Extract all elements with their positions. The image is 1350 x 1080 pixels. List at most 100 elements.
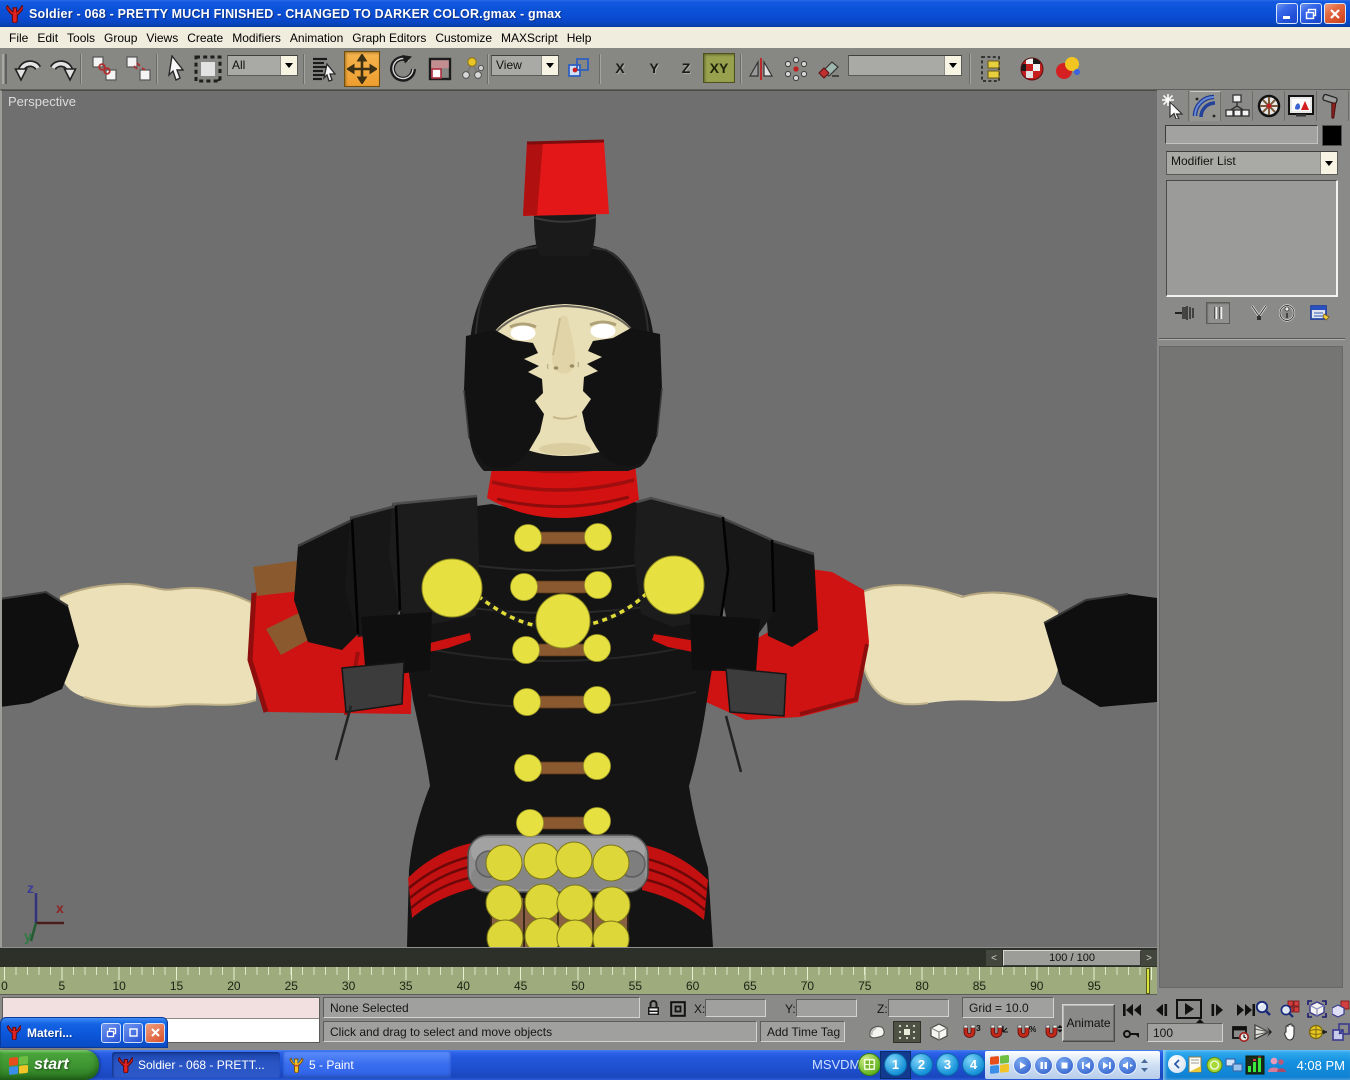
- edit-named-selections-button[interactable]: [977, 52, 1011, 86]
- tray-messenger-icon[interactable]: [1206, 1056, 1223, 1077]
- minimize-button[interactable]: [1276, 3, 1298, 24]
- pin-stack-button[interactable]: [1172, 302, 1196, 324]
- wmp-stop-button[interactable]: [1055, 1055, 1074, 1075]
- menu-help[interactable]: Help: [567, 31, 592, 45]
- tab-utilities[interactable]: [1318, 91, 1349, 121]
- reference-coordinate-system-dropdown[interactable]: View: [491, 55, 559, 76]
- unlink-selection-button[interactable]: [122, 52, 156, 86]
- msvdm-desktop-2[interactable]: 2: [910, 1053, 933, 1076]
- time-slider-thumb[interactable]: 100 / 100: [1003, 950, 1141, 966]
- restrict-z-button[interactable]: Z: [671, 53, 701, 83]
- selection-lock-toggle[interactable]: [644, 998, 663, 1018]
- next-frame-arrow[interactable]: >: [1141, 950, 1157, 966]
- redo-button[interactable]: [45, 52, 79, 86]
- previous-frame-button[interactable]: [1149, 1000, 1173, 1020]
- zoom-extents-all-button[interactable]: [1331, 999, 1350, 1019]
- selection-filter-arrow[interactable]: [280, 56, 297, 75]
- tab-modify[interactable]: [1190, 91, 1221, 121]
- menu-maxscript[interactable]: MAXScript: [501, 31, 558, 45]
- mirror-button[interactable]: [746, 52, 776, 86]
- select-and-link-button[interactable]: [88, 52, 122, 86]
- percent-snap-toggle[interactable]: %: [1012, 1021, 1037, 1043]
- start-button[interactable]: start: [0, 1050, 99, 1080]
- remove-modifier-button[interactable]: [1275, 302, 1299, 324]
- material-editor-button[interactable]: [1015, 52, 1048, 86]
- msvdm-desktop-1[interactable]: 1: [884, 1053, 907, 1076]
- array-button[interactable]: [780, 52, 811, 86]
- msvdm-show-desktops-button[interactable]: [858, 1053, 881, 1076]
- object-color-swatch[interactable]: [1322, 125, 1342, 146]
- material-restore-button[interactable]: [101, 1022, 121, 1043]
- cube-snap-toggle[interactable]: [925, 1021, 953, 1043]
- wmp-next-button[interactable]: [1097, 1055, 1116, 1075]
- zoom-extents-button[interactable]: [1304, 999, 1329, 1019]
- field-of-view-button[interactable]: [1250, 1022, 1275, 1042]
- tray-users-icon[interactable]: [1267, 1056, 1287, 1077]
- arc-rotate-button[interactable]: [1304, 1022, 1329, 1042]
- select-by-name-button[interactable]: [309, 52, 339, 86]
- menu-create[interactable]: Create: [187, 31, 223, 45]
- snaps-toggle-3d[interactable]: 3: [958, 1021, 983, 1043]
- perspective-viewport[interactable]: z x y Perspective: [0, 90, 1157, 947]
- menu-group[interactable]: Group: [104, 31, 137, 45]
- set-key-button[interactable]: [1120, 1024, 1144, 1044]
- menu-tools[interactable]: Tools: [67, 31, 95, 45]
- menu-customize[interactable]: Customize: [435, 31, 492, 45]
- material-editor-window[interactable]: Materi...: [0, 1017, 168, 1048]
- add-time-tag-button[interactable]: Add Time Tag: [760, 1021, 845, 1042]
- coord-system-arrow[interactable]: [541, 56, 558, 75]
- animate-button[interactable]: Animate: [1062, 1004, 1115, 1042]
- rectangular-selection-region-button[interactable]: [193, 52, 223, 86]
- absolute-mode-transform-button[interactable]: [668, 999, 688, 1018]
- z-coord-field[interactable]: [888, 999, 949, 1017]
- snap-shape-toggle[interactable]: [863, 1021, 890, 1043]
- grid-points-toggle[interactable]: [893, 1021, 921, 1043]
- use-center-flyout-button[interactable]: [458, 52, 486, 86]
- menu-graph-editors[interactable]: Graph Editors: [352, 31, 426, 45]
- go-to-start-button[interactable]: [1119, 1000, 1145, 1020]
- restrict-xy-plane-button[interactable]: XY: [703, 53, 735, 83]
- y-coord-field[interactable]: [796, 999, 857, 1017]
- object-name-field[interactable]: [1165, 125, 1318, 144]
- configure-modifier-sets-button[interactable]: [1308, 302, 1332, 324]
- align-button[interactable]: [814, 52, 844, 86]
- menu-animation[interactable]: Animation: [290, 31, 343, 45]
- msvdm-desktop-3[interactable]: 3: [936, 1053, 959, 1076]
- min-max-toggle-button[interactable]: [1331, 1022, 1350, 1042]
- msvdm-desktop-4[interactable]: 4: [962, 1053, 985, 1076]
- play-animation-button[interactable]: [1176, 999, 1204, 1023]
- undo-button[interactable]: [12, 52, 46, 86]
- wmp-volume-button[interactable]: [1118, 1055, 1137, 1075]
- tray-document-icon[interactable]: [1187, 1056, 1204, 1077]
- restore-button[interactable]: [1300, 3, 1322, 24]
- tab-hierarchy[interactable]: [1222, 91, 1253, 121]
- menu-views[interactable]: Views: [146, 31, 178, 45]
- taskbar-task-paint[interactable]: 5 - Paint: [283, 1052, 451, 1078]
- select-and-move-button[interactable]: [344, 51, 380, 87]
- tray-network-icon[interactable]: [1225, 1056, 1243, 1077]
- select-and-scale-button[interactable]: [424, 52, 455, 86]
- material-maximize-button[interactable]: [123, 1022, 143, 1043]
- wmp-previous-button[interactable]: [1076, 1055, 1095, 1075]
- zoom-button[interactable]: [1250, 999, 1275, 1019]
- listener-macro-line[interactable]: [3, 998, 319, 1019]
- restrict-y-button[interactable]: Y: [639, 53, 669, 83]
- tray-chevron-button[interactable]: [1168, 1055, 1186, 1073]
- taskbar-task-gmax[interactable]: Soldier - 068 - PRETT...: [112, 1052, 280, 1078]
- tab-motion[interactable]: [1254, 91, 1285, 121]
- modifier-list-arrow[interactable]: [1320, 152, 1337, 174]
- modifier-list-dropdown[interactable]: Modifier List: [1166, 151, 1338, 175]
- next-frame-button[interactable]: [1206, 1000, 1230, 1020]
- track-bar[interactable]: 0 5 10 15 20 25 30 35 40 45 50 55 60 65 70 75 80 85 90 95: [0, 967, 1157, 995]
- tab-display[interactable]: [1286, 91, 1317, 121]
- x-coord-field[interactable]: [705, 999, 766, 1017]
- wmp-spinner[interactable]: [1140, 1058, 1149, 1073]
- previous-frame-arrow[interactable]: <: [986, 950, 1002, 966]
- modifier-stack-list[interactable]: [1166, 180, 1338, 297]
- menu-edit[interactable]: Edit: [37, 31, 58, 45]
- select-object-button[interactable]: [162, 52, 192, 86]
- selection-filter-dropdown[interactable]: All: [227, 55, 298, 76]
- render-button[interactable]: [1051, 52, 1085, 86]
- zoom-all-button[interactable]: [1277, 999, 1302, 1019]
- current-frame-field[interactable]: 100: [1147, 1023, 1223, 1042]
